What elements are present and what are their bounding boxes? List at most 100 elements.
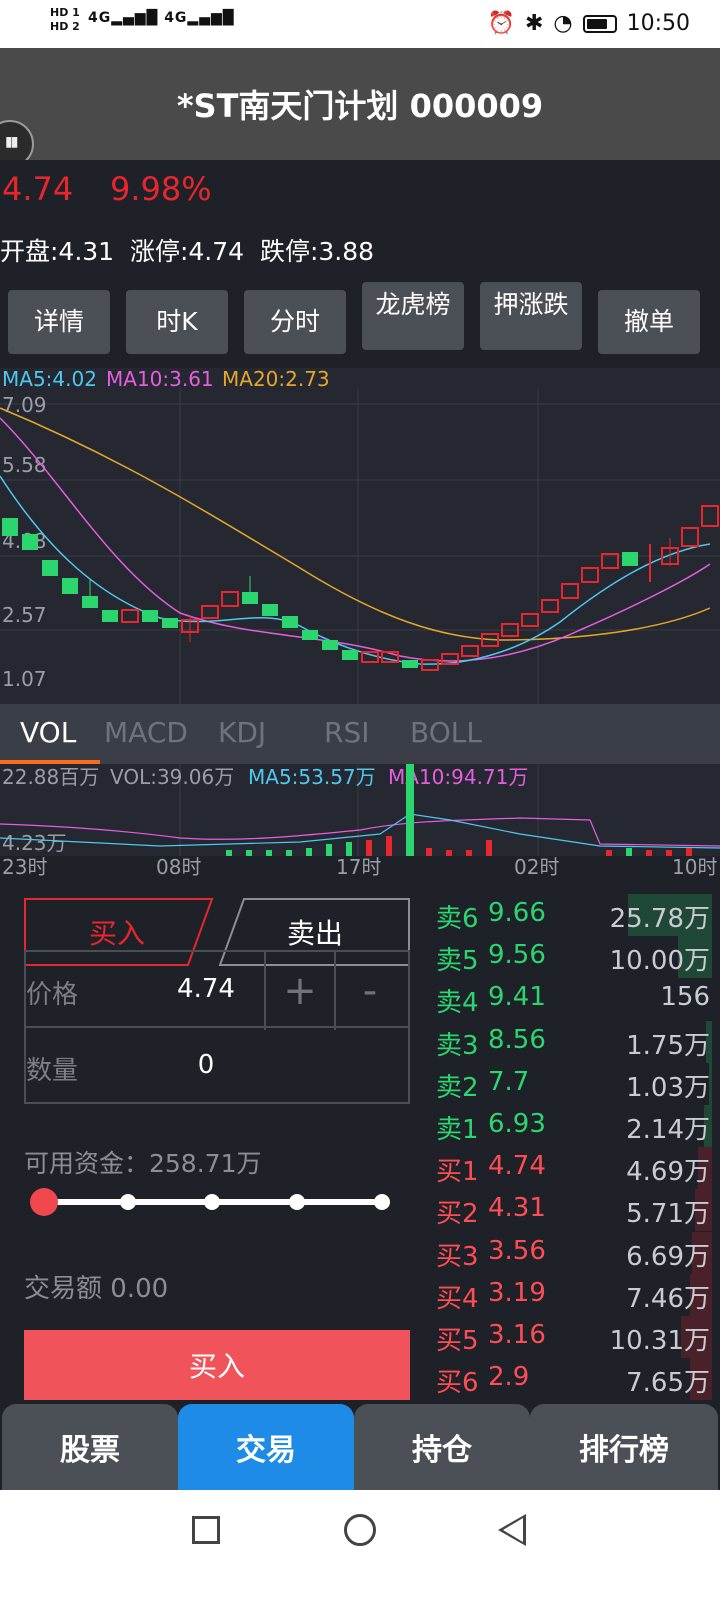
y-tick: 7.09 xyxy=(2,393,47,417)
cancel-order-button[interactable]: 撤单 xyxy=(598,290,700,354)
timeshare-button[interactable]: 分时 xyxy=(244,290,346,354)
nav-stocks[interactable]: 股票 xyxy=(2,1404,178,1490)
order-volume: 10.00万 xyxy=(609,946,710,977)
order-volume: 6.69万 xyxy=(626,1241,710,1272)
price-label: 价格 xyxy=(26,980,79,1010)
vol-bottom-label: 4.23万 xyxy=(2,831,67,855)
dragon-tiger-button[interactable]: 龙虎榜 xyxy=(362,282,464,350)
nav-ranking[interactable]: 排行榜 xyxy=(530,1404,718,1490)
order-volume: 7.65万 xyxy=(626,1368,710,1399)
x-tick: 10时 xyxy=(672,855,717,879)
bluetooth-icon: ✱ xyxy=(524,11,544,36)
ask-row[interactable]: 卖1 6.93 2.14万 xyxy=(426,1105,720,1147)
slider-knob[interactable] xyxy=(30,1188,58,1216)
current-price: 4.74 xyxy=(2,170,74,208)
ma10-line xyxy=(0,417,711,662)
vol-ma5: MA5:53.57万 xyxy=(248,765,376,789)
order-side: 卖4 xyxy=(436,988,479,1019)
status-time: 10:50 xyxy=(626,11,690,36)
trade-amount: 交易额 0.00 xyxy=(24,1274,169,1304)
y-tick: 5.58 xyxy=(2,453,47,477)
bet-updown-button[interactable]: 押涨跌 xyxy=(480,282,582,350)
details-button[interactable]: 详情 xyxy=(8,290,110,354)
x-tick: 02时 xyxy=(514,855,559,879)
order-volume: 2.14万 xyxy=(626,1115,710,1145)
quantity-slider[interactable] xyxy=(30,1184,400,1220)
back-icon[interactable] xyxy=(498,1514,526,1546)
volume-chart[interactable]: 22.88百万 VOL:39.06万 MA5:53.57万 MA10:94.71… xyxy=(0,764,720,894)
order-side: 买1 xyxy=(436,1157,479,1188)
order-price: 2.9 xyxy=(488,1362,530,1393)
status-right: ⏰ ✱ ◔ 10:50 xyxy=(488,11,690,36)
quick-buttons: 详情 时K 分时 龙虎榜 押涨跌 撤单 xyxy=(0,282,720,356)
price-input[interactable]: 4.74 xyxy=(136,974,276,1004)
bid-row[interactable]: 买5 3.16 10.31万 xyxy=(426,1316,720,1358)
quantity-input[interactable]: 0 xyxy=(136,1050,276,1080)
price-field: 价格 4.74 + - xyxy=(24,950,410,1030)
ma10-label: MA10:3.61 xyxy=(106,368,214,391)
signal-icon: 4G▂▄▆█ 4G▂▄▆█ xyxy=(88,10,235,26)
order-side: 卖1 xyxy=(436,1115,479,1145)
tab-macd[interactable]: MACD xyxy=(104,716,188,749)
order-price: 9.41 xyxy=(488,982,546,1013)
page-title: *ST南天门计划 000009 xyxy=(176,87,544,125)
price-plus-button[interactable]: + xyxy=(264,952,334,1030)
order-volume: 10.31万 xyxy=(609,1326,710,1356)
tab-boll[interactable]: BOLL xyxy=(410,716,482,749)
network-2-label: 4G xyxy=(164,10,188,26)
trade-panel: 买入 卖出 价格 4.74 + - 数量 0 可用资金：258.71万 交易额 … xyxy=(0,894,720,1401)
kline-button[interactable]: 时K xyxy=(126,290,228,354)
price-minus-button[interactable]: - xyxy=(334,952,404,1030)
order-volume: 1.03万 xyxy=(626,1072,710,1103)
order-side: 卖6 xyxy=(436,904,479,934)
ask-row[interactable]: 卖4 9.41 156 xyxy=(426,978,720,1020)
order-price: 4.74 xyxy=(488,1151,546,1182)
order-volume: 1.75万 xyxy=(626,1030,710,1061)
bid-row[interactable]: 买6 2.9 7.65万 xyxy=(426,1358,720,1401)
quantity-label: 数量 xyxy=(26,1056,79,1086)
candles xyxy=(2,505,719,671)
nav-holdings[interactable]: 持仓 xyxy=(354,1404,530,1490)
recent-apps-icon[interactable] xyxy=(192,1516,220,1544)
bid-row[interactable]: 买3 3.56 6.69万 xyxy=(426,1231,720,1274)
tab-kdj[interactable]: KDJ xyxy=(218,716,266,749)
change-percent: 9.98% xyxy=(110,170,212,208)
slider-step[interactable] xyxy=(204,1194,220,1210)
ask-row[interactable]: 卖6 9.66 25.78万 xyxy=(426,894,720,936)
order-price: 4.31 xyxy=(488,1193,546,1224)
order-side: 买3 xyxy=(436,1241,479,1272)
order-price: 9.66 xyxy=(488,898,546,928)
hd2-label: HD 2 xyxy=(50,20,80,33)
bid-row[interactable]: 买1 4.74 4.69万 xyxy=(426,1147,720,1190)
hd1-label: HD 1 xyxy=(50,6,80,19)
sim-indicator: HD 1 HD 2 xyxy=(50,6,80,34)
bid-row[interactable]: 买4 3.19 7.46万 xyxy=(426,1273,720,1316)
bottom-nav: 股票 交易 持仓 排行榜 xyxy=(0,1400,720,1490)
home-icon[interactable] xyxy=(344,1514,376,1546)
vol-top-label: 22.88百万 xyxy=(2,765,99,789)
order-price: 3.56 xyxy=(488,1235,546,1266)
price-info: 开盘:4.31 涨停:4.74 跌停:3.88 xyxy=(0,237,375,266)
speed-icon: ◔ xyxy=(553,11,573,36)
order-volume: 4.69万 xyxy=(626,1157,710,1188)
order-price: 8.56 xyxy=(488,1024,546,1055)
ask-row[interactable]: 卖3 8.56 1.75万 xyxy=(426,1020,720,1063)
order-side: 卖2 xyxy=(436,1072,479,1103)
available-funds: 可用资金：258.71万 xyxy=(24,1149,262,1178)
slider-step[interactable] xyxy=(289,1194,305,1210)
slider-step[interactable] xyxy=(120,1194,136,1210)
buy-button[interactable]: 买入 xyxy=(24,1330,410,1400)
quantity-field: 数量 0 xyxy=(24,1026,410,1104)
status-bar: HD 1 HD 2 4G▂▄▆█ 4G▂▄▆█ ⏰ ✱ ◔ 10:50 xyxy=(0,0,720,48)
order-side: 买6 xyxy=(436,1368,479,1399)
ask-row[interactable]: 卖2 7.7 1.03万 xyxy=(426,1062,720,1105)
ask-row[interactable]: 卖5 9.56 10.00万 xyxy=(426,936,720,979)
slider-step[interactable] xyxy=(374,1194,390,1210)
kline-chart[interactable]: MA5:4.02 MA10:3.61 MA20:2.73 7.09 5.58 4… xyxy=(0,367,720,704)
nav-trade[interactable]: 交易 xyxy=(178,1404,354,1490)
x-tick: 08时 xyxy=(156,855,201,879)
tab-rsi[interactable]: RSI xyxy=(324,716,370,749)
ma5-label: MA5:4.02 xyxy=(2,368,97,391)
bid-row[interactable]: 买2 4.31 5.71万 xyxy=(426,1189,720,1232)
tab-vol[interactable]: VOL xyxy=(20,716,76,749)
